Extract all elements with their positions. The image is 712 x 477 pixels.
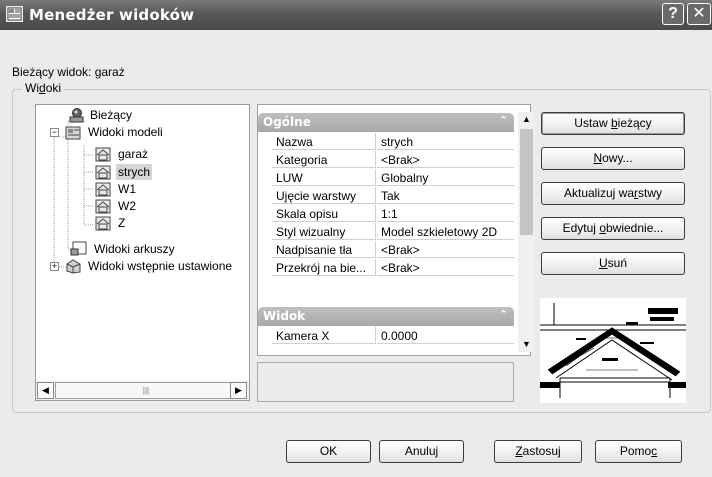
ok-button[interactable]: OK xyxy=(286,440,371,463)
property-value[interactable]: strych xyxy=(377,133,514,150)
property-key: Kategoria xyxy=(272,151,376,168)
property-key: Nadpisanie tła xyxy=(272,241,376,258)
tree-horizontal-scrollbar[interactable]: ◀ ||| ▶ xyxy=(36,381,249,400)
model-views-icon xyxy=(64,124,82,140)
property-row[interactable]: Kategoria <Brak> xyxy=(272,151,514,169)
scroll-down-arrow[interactable]: ▼ xyxy=(518,337,535,352)
tree-item-label: Z xyxy=(118,216,126,230)
property-key: LUW xyxy=(272,169,376,186)
help-title-button[interactable]: ? xyxy=(662,3,684,25)
view-icon xyxy=(94,215,112,231)
category-general[interactable]: Ogólne ⌃ xyxy=(258,113,514,132)
tree-item-label: Widoki modeli xyxy=(88,125,163,139)
property-value[interactable]: Model szkieletowy 2D xyxy=(377,223,514,240)
preset-views-icon xyxy=(64,258,82,274)
view-icon xyxy=(94,146,112,162)
category-view[interactable]: Widok ⌃ xyxy=(258,307,514,326)
tree-item-label: Widoki arkuszy xyxy=(94,242,175,256)
property-value[interactable]: 0.0000 xyxy=(377,327,514,344)
cancel-button[interactable]: Anuluj xyxy=(379,440,464,463)
collapse-icon[interactable]: ⌃ xyxy=(499,308,508,321)
property-row[interactable]: Nadpisanie tła <Brak> xyxy=(272,241,514,259)
property-value[interactable]: Tak xyxy=(377,187,514,204)
category-title: Ogólne xyxy=(263,115,311,129)
tree-item-label: Bieżący xyxy=(90,108,133,122)
scroll-up-arrow[interactable]: ▲ xyxy=(518,112,535,127)
collapse-toggle[interactable]: − xyxy=(50,128,59,137)
property-key: Skala opisu xyxy=(272,205,376,222)
tree-item-label: garaż xyxy=(118,147,149,161)
property-key: Nazwa xyxy=(272,133,376,150)
tree-item-label: Widoki wstępnie ustawione xyxy=(88,259,233,273)
property-row[interactable]: Ujęcie warstwy Tak xyxy=(272,187,514,205)
scroll-thumb[interactable] xyxy=(520,129,533,235)
views-group-label: Widoki xyxy=(22,81,65,95)
view-manager-app-icon xyxy=(6,6,23,22)
new-button[interactable]: Nowy... xyxy=(541,147,685,170)
property-key: Ujęcie warstwy xyxy=(272,187,376,204)
set-current-button[interactable]: Ustaw bieżący xyxy=(541,112,685,135)
category-title: Widok xyxy=(263,309,306,323)
scroll-right-button[interactable]: ▶ xyxy=(230,382,247,399)
view-manager-dialog: Menedżer widoków ? ✕ Bieżący widok: gara… xyxy=(0,0,712,477)
property-value[interactable]: <Brak> xyxy=(377,259,514,276)
scroll-thumb[interactable]: ||| xyxy=(55,382,237,399)
dialog-title: Menedżer widoków xyxy=(29,6,195,24)
property-key: Kamera X xyxy=(272,327,376,344)
property-value[interactable]: <Brak> xyxy=(377,151,514,168)
property-row[interactable]: Styl wizualny Model szkieletowy 2D xyxy=(272,223,514,241)
property-description-area xyxy=(257,362,514,402)
collapse-icon[interactable]: ⌃ xyxy=(499,114,508,127)
property-key: Przekrój na bie... xyxy=(272,259,376,276)
property-row[interactable]: LUW Globalny xyxy=(272,169,514,187)
update-layers-button[interactable]: Aktualizuj warstwy xyxy=(541,182,685,205)
tree-item-label: strych xyxy=(116,164,153,180)
views-tree[interactable]: Bieżący − Widoki modeli garaż strych W1 … xyxy=(35,104,250,401)
property-value[interactable]: Globalny xyxy=(377,169,514,186)
apply-button[interactable]: Zastosuj xyxy=(494,440,582,463)
delete-button[interactable]: Usuń xyxy=(541,252,685,275)
property-row[interactable]: Przekrój na bie... <Brak> xyxy=(272,259,514,277)
properties-panel[interactable]: Ogólne ⌃ Nazwa strych Kategoria <Brak> L… xyxy=(257,104,531,356)
view-icon xyxy=(94,164,112,180)
tree-item-label: W2 xyxy=(118,199,136,213)
property-value[interactable]: 1:1 xyxy=(377,205,514,222)
edit-boundaries-button[interactable]: Edytuj obwiednie... xyxy=(541,217,685,240)
properties-vertical-scrollbar[interactable]: ▲ ▼ xyxy=(518,112,535,352)
current-view-label: Bieżący widok: garaż xyxy=(12,65,125,79)
tree-item-label: W1 xyxy=(118,182,136,196)
title-bar[interactable]: Menedżer widoków ? ✕ xyxy=(0,0,712,30)
close-button[interactable]: ✕ xyxy=(687,3,711,25)
view-icon xyxy=(94,198,112,214)
property-key: Styl wizualny xyxy=(272,223,376,240)
property-value[interactable]: <Brak> xyxy=(377,241,514,258)
view-icon xyxy=(94,181,112,197)
camera-icon xyxy=(66,107,84,123)
scroll-left-button[interactable]: ◀ xyxy=(37,382,54,399)
help-button[interactable]: Pomoc xyxy=(595,440,682,463)
property-row[interactable]: Skala opisu 1:1 xyxy=(272,205,514,223)
property-row[interactable]: Nazwa strych xyxy=(272,133,514,151)
layout-views-icon xyxy=(70,241,88,257)
view-preview-image xyxy=(540,298,686,403)
expand-toggle[interactable]: + xyxy=(50,262,59,271)
property-row[interactable]: Kamera X 0.0000 xyxy=(272,327,514,345)
